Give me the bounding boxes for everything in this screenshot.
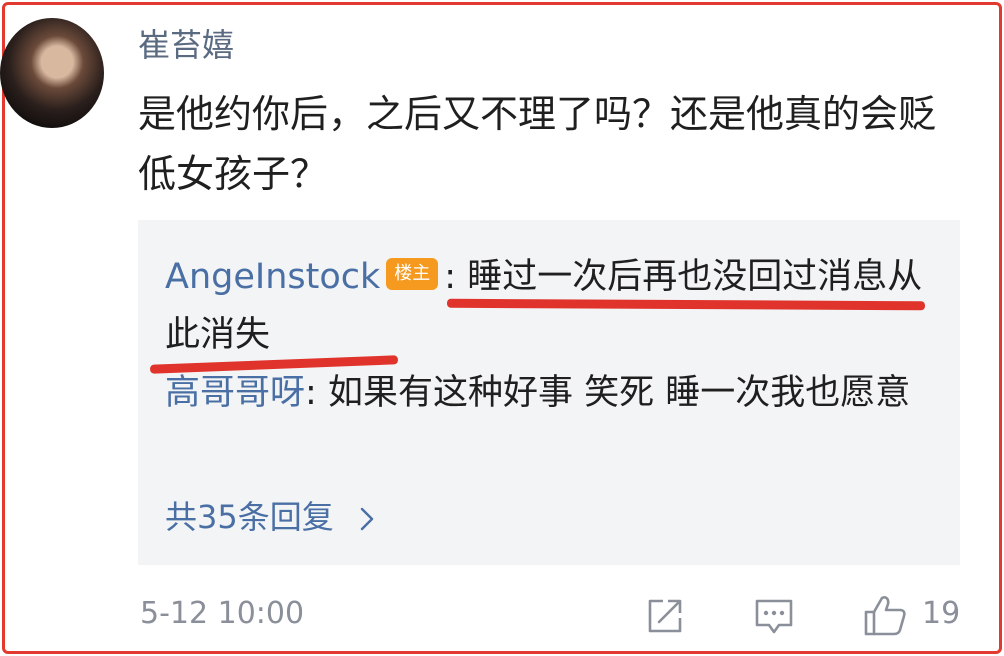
- chevron-right-icon: [350, 498, 374, 536]
- comment-icon[interactable]: [753, 596, 795, 642]
- more-replies-link[interactable]: 共35条回复: [165, 492, 374, 538]
- like-count: 19: [922, 596, 961, 631]
- avatar[interactable]: [0, 18, 104, 128]
- comment-username[interactable]: 崔苔嬉: [138, 20, 234, 66]
- share-icon[interactable]: [645, 596, 685, 640]
- more-replies-label: 共35条回复: [165, 498, 334, 536]
- comment-text: 是他约你后，之后又不理了吗？还是他真的会贬低女孩子？: [138, 92, 937, 196]
- reply-text: 如果有这种好事 笑死 睡一次我也愿意: [327, 373, 911, 413]
- reply-author[interactable]: AngeInstock: [165, 257, 380, 297]
- reply-item: 高哥哥呀: 如果有这种好事 笑死 睡一次我也愿意: [165, 364, 945, 422]
- reply-author[interactable]: 高哥哥呀: [165, 373, 305, 413]
- like-icon[interactable]: [862, 592, 908, 642]
- op-badge: 楼主: [386, 258, 439, 290]
- reply-separator: :: [444, 257, 468, 297]
- comment-timestamp: 5-12 10:00: [140, 596, 305, 631]
- reply-separator: :: [305, 373, 328, 413]
